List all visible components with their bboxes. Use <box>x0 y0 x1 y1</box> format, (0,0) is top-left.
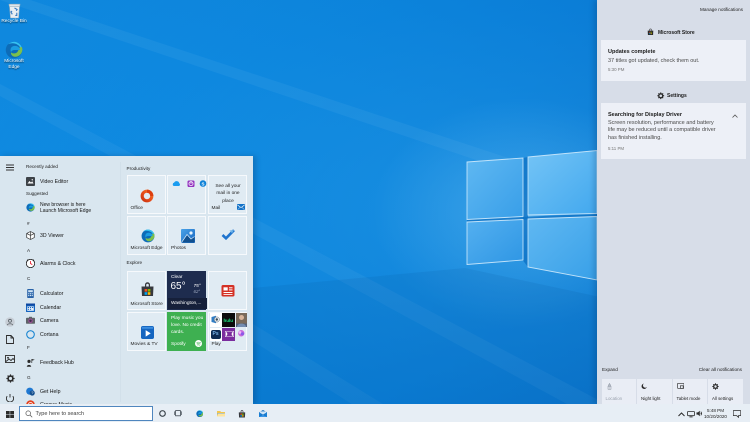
svg-text:S: S <box>202 181 205 186</box>
